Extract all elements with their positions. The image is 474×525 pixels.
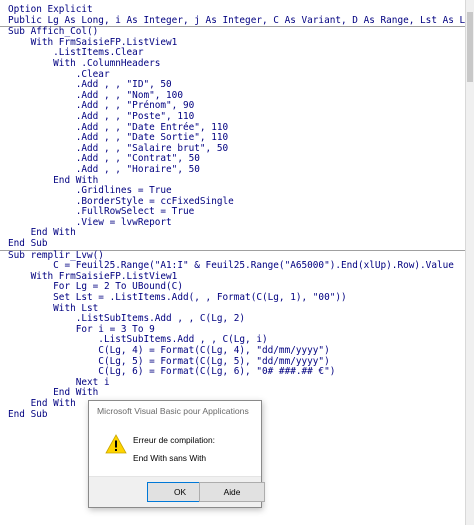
help-button[interactable]: Aide [199, 482, 265, 502]
warning-icon [105, 434, 127, 454]
code-text[interactable]: Option Explicit Public Lg As Long, i As I… [0, 4, 466, 420]
code-line[interactable]: End Sub [8, 238, 466, 250]
code-line[interactable]: End With [8, 228, 466, 239]
compile-error-dialog: Microsoft Visual Basic pour Applications… [88, 400, 265, 508]
dialog-title: Microsoft Visual Basic pour Applications [89, 401, 261, 422]
code-line[interactable]: .View = lvwReport [8, 217, 466, 229]
code-line[interactable]: End With [8, 388, 466, 399]
error-title: Erreur de compilation: [133, 435, 215, 445]
vertical-scrollbar[interactable] [465, 0, 474, 525]
dialog-body: Erreur de compilation: End With sans Wit… [89, 422, 261, 477]
scrollbar-thumb[interactable] [467, 12, 473, 82]
code-line[interactable]: Public Lg As Long, i As Integer, j As In… [8, 15, 466, 27]
error-detail: End With sans With [133, 453, 207, 463]
code-line[interactable]: .Add , , "Poste", 110 [8, 111, 466, 123]
code-line[interactable]: C(Lg, 4) = Format(C(Lg, 4), "dd/mm/yyyy"… [8, 345, 466, 357]
dialog-footer: OK Aide [89, 476, 265, 507]
code-line[interactable]: With .ColumnHeaders [8, 58, 466, 70]
code-line[interactable]: Option Explicit [8, 4, 466, 16]
code-line[interactable]: .Add , , "Horaire", 50 [8, 164, 466, 176]
